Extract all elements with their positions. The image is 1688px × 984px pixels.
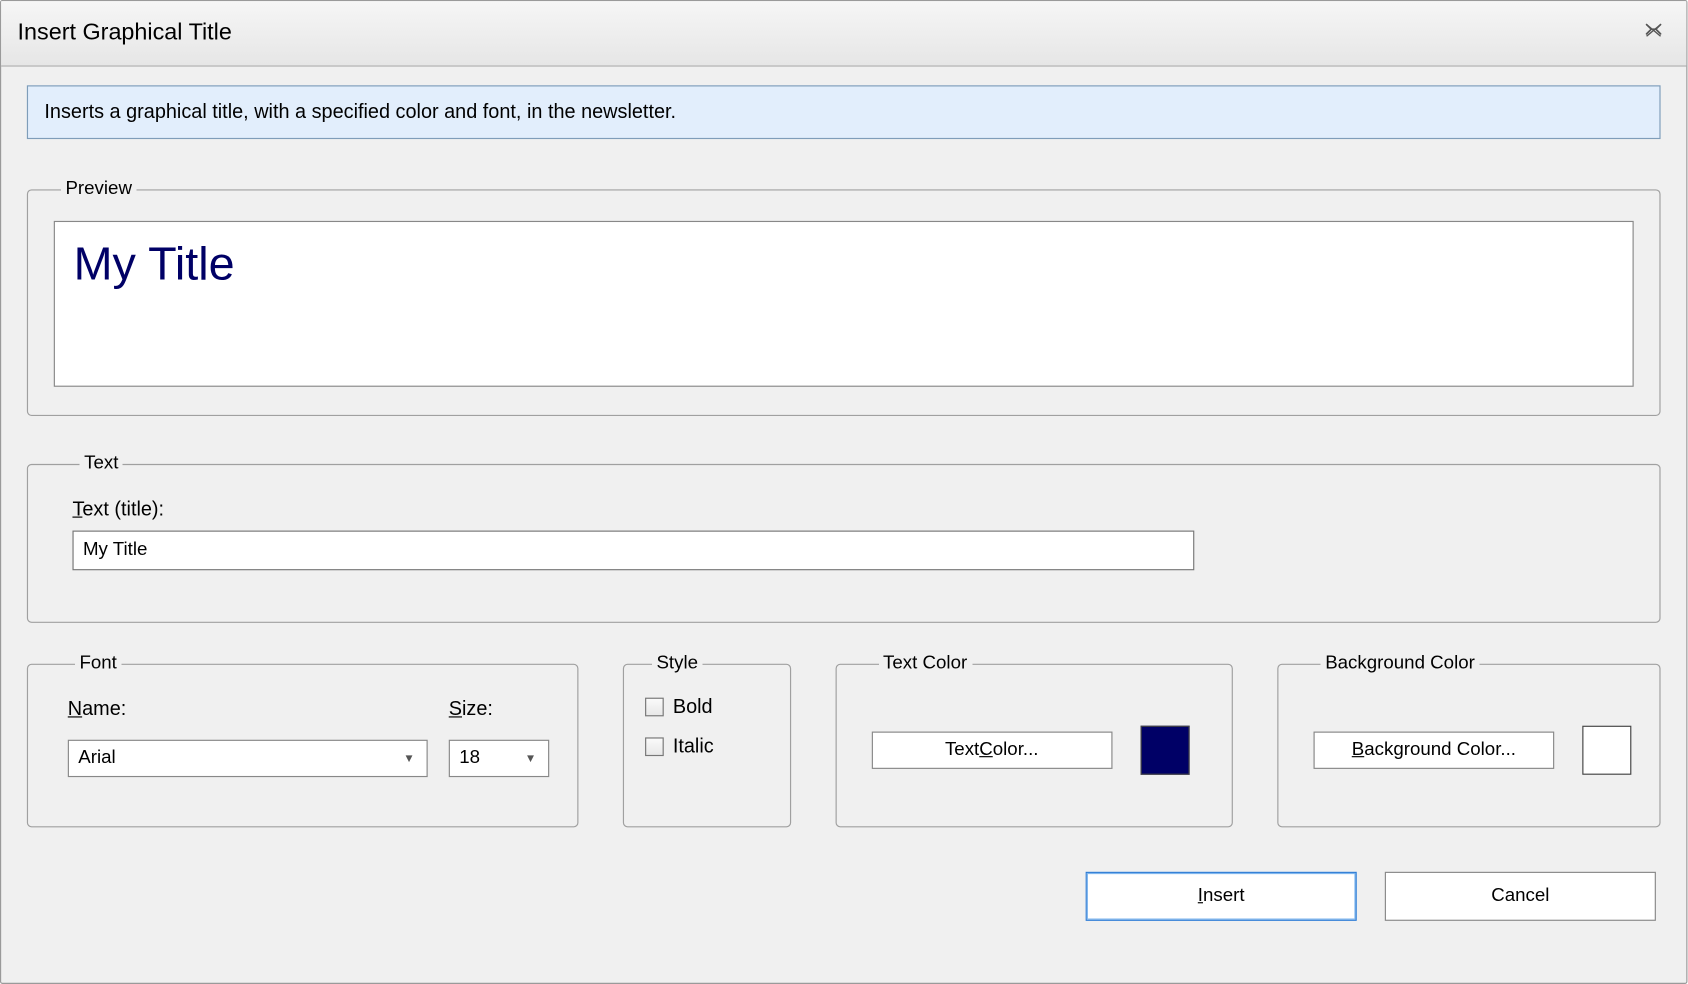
title-text-input[interactable] <box>72 531 1194 571</box>
font-legend: Font <box>75 653 122 674</box>
text-legend: Text <box>79 453 123 474</box>
text-color-button[interactable]: Text Color... <box>871 732 1112 769</box>
insert-button[interactable]: Insert <box>1086 872 1357 921</box>
close-icon[interactable] <box>1637 17 1670 43</box>
font-group: Font Name: Arial ▼ Size: <box>27 653 578 827</box>
chevron-down-icon: ▼ <box>401 741 417 776</box>
italic-checkbox[interactable]: Italic <box>645 735 769 758</box>
preview-title-text: My Title <box>74 238 235 289</box>
window-title: Insert Graphical Title <box>18 20 1638 47</box>
style-group: Style Bold Italic <box>623 653 791 827</box>
text-color-swatch <box>1140 726 1189 775</box>
font-name-label: Name: <box>68 698 428 721</box>
background-color-group: Background Color Background Color... <box>1277 653 1660 827</box>
chevron-down-icon: ▼ <box>522 741 538 776</box>
background-color-legend: Background Color <box>1321 653 1480 674</box>
text-field-label: Text (title): <box>72 498 1615 521</box>
text-color-group: Text Color Text Color... <box>835 653 1233 827</box>
background-color-button[interactable]: Background Color... <box>1314 732 1555 769</box>
text-color-legend: Text Color <box>878 653 972 674</box>
preview-legend: Preview <box>61 179 137 200</box>
checkbox-icon <box>645 737 664 756</box>
font-name-combo[interactable]: Arial ▼ <box>68 740 428 777</box>
background-color-swatch <box>1582 726 1631 775</box>
titlebar: Insert Graphical Title <box>1 1 1686 66</box>
style-legend: Style <box>652 653 703 674</box>
preview-group: Preview My Title <box>27 179 1661 416</box>
cancel-button[interactable]: Cancel <box>1385 872 1656 921</box>
preview-box: My Title <box>54 221 1634 387</box>
description-bar: Inserts a graphical title, with a specif… <box>27 85 1661 139</box>
font-size-combo[interactable]: 18 ▼ <box>449 740 549 777</box>
dialog-window: Insert Graphical Title Inserts a graphic… <box>0 0 1687 984</box>
checkbox-icon <box>645 698 664 717</box>
font-size-label: Size: <box>449 698 549 721</box>
text-group: Text Text (title): <box>27 453 1661 622</box>
bold-checkbox[interactable]: Bold <box>645 695 769 718</box>
